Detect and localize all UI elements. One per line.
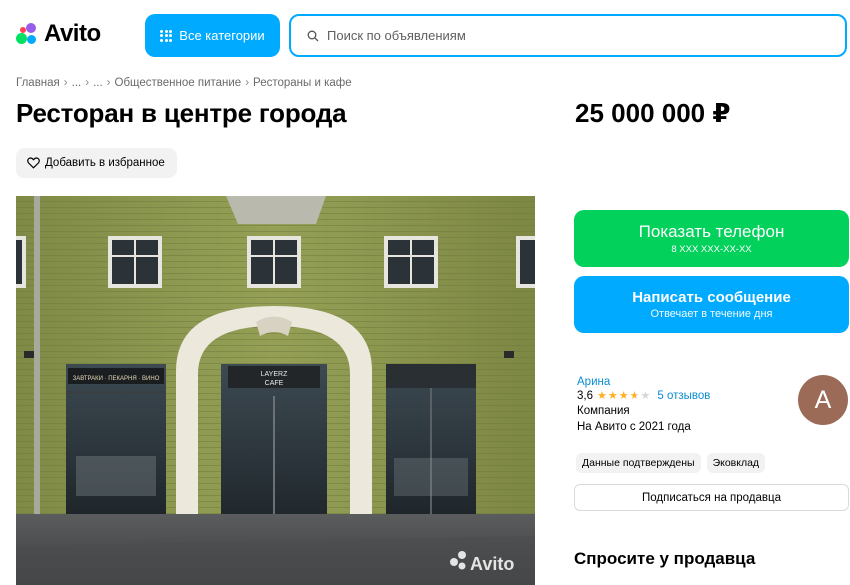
- phone-masked: 8 XXX XXX-XX-XX: [671, 244, 752, 255]
- tag-verified[interactable]: Данные подтверждены: [576, 453, 701, 473]
- avatar[interactable]: A: [798, 375, 848, 425]
- photo-watermark: Avito: [470, 554, 514, 574]
- breadcrumb-separator: ›: [63, 77, 68, 89]
- rating-value: 3,6: [577, 389, 593, 402]
- add-to-favorites-button[interactable]: Добавить в избранное: [16, 148, 177, 178]
- breadcrumb-item-restaurants[interactable]: Рестораны и кафе: [253, 77, 352, 89]
- cafe-sign-line1: LAYERZ: [261, 371, 288, 378]
- search-icon: [307, 30, 319, 41]
- heart-icon: [27, 157, 40, 169]
- breadcrumb-separator: ›: [245, 77, 250, 89]
- all-categories-button[interactable]: Все категории: [145, 14, 280, 57]
- subscribe-seller-label: Подписаться на продавца: [642, 491, 781, 504]
- restaurant-facade-image: ЗАВТРАКИ · ПЕКАРНЯ · ВИНО LAYERZ CAFE Av…: [16, 196, 535, 585]
- price: 25 000 000 ₽: [575, 98, 731, 128]
- all-categories-label: Все категории: [179, 28, 265, 43]
- search-placeholder: Поиск по объявлениям: [327, 28, 466, 43]
- add-to-favorites-label: Добавить в избранное: [45, 157, 165, 169]
- tag-ecodeposit[interactable]: Эковклад: [706, 453, 766, 473]
- breadcrumb-separator: ›: [85, 77, 90, 89]
- seller-since: На Авито с 2021 года: [577, 421, 691, 433]
- page-title: Ресторан в центре города: [16, 98, 347, 128]
- listing-photo[interactable]: ЗАВТРАКИ · ПЕКАРНЯ · ВИНО LAYERZ CAFE Av…: [16, 196, 535, 585]
- show-phone-label: Показать телефон: [638, 222, 785, 241]
- seller-tags: Данные подтверждены Эковклад: [576, 453, 766, 473]
- logo-dots-icon: [16, 23, 40, 45]
- search-input[interactable]: Поиск по объявлениям: [289, 14, 847, 57]
- write-message-label: Написать сообщение: [632, 289, 791, 306]
- reply-time-hint: Отвечает в течение дня: [650, 308, 773, 320]
- cafe-sign-line2: CAFE: [265, 380, 284, 387]
- subscribe-seller-button[interactable]: Подписаться на продавца: [574, 484, 849, 511]
- avatar-letter: A: [814, 385, 832, 414]
- breadcrumb-item[interactable]: ...: [93, 77, 103, 89]
- logo-text: Avito: [44, 20, 101, 47]
- breadcrumb-item-catering[interactable]: Общественное питание: [115, 77, 242, 89]
- ask-seller-heading: Спросите у продавца: [574, 549, 756, 568]
- avito-logo[interactable]: Avito: [16, 20, 101, 48]
- rating-stars-icon: ★ ★ ★ ★ ★: [597, 390, 651, 402]
- show-phone-button[interactable]: Показать телефон 8 XXX XXX-XX-XX: [574, 210, 849, 267]
- breadcrumb-separator: ›: [106, 77, 111, 89]
- grid-icon: [160, 29, 173, 42]
- breadcrumb: Главная › ... › ... › Общественное питан…: [16, 77, 352, 89]
- write-message-button[interactable]: Написать сообщение Отвечает в течение дн…: [574, 276, 849, 333]
- shop-sign-left: ЗАВТРАКИ · ПЕКАРНЯ · ВИНО: [73, 376, 160, 382]
- breadcrumb-item[interactable]: ...: [72, 77, 82, 89]
- reviews-link[interactable]: 5 отзывов: [657, 390, 710, 402]
- breadcrumb-item-home[interactable]: Главная: [16, 77, 60, 89]
